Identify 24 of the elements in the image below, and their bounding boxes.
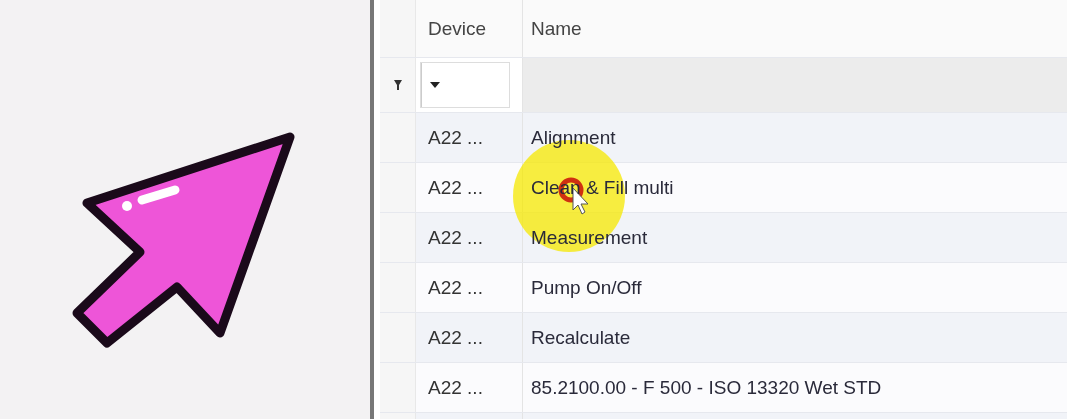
table-row[interactable]: A22 ... Recalculate [380,313,1067,363]
table-cell: A22 ... [428,126,483,149]
table-cell: A22 ... [428,176,483,199]
column-header[interactable]: Device [428,17,487,40]
row-indicator [380,163,416,212]
filter-icon[interactable] [393,80,402,90]
table-cell: Pump On/Off [531,276,642,299]
row-indicator [380,263,416,312]
table-cell: A22 ... [428,226,483,249]
table-cell: 85.2100.00 - F 500 - ISO 13320 Wet STD [531,376,882,399]
table-cell: Recalculate [531,326,631,349]
table-row[interactable]: A22 ... Pump On/Off [380,263,1067,313]
caret-icon [430,82,440,88]
table-row[interactable]: A22 ... 85.2100.00 - F 500 - ISO 13320 Wet STD [380,363,1067,413]
table-cell: A22 ... [428,376,483,399]
table-cell: Alignment [531,126,616,149]
table-row[interactable]: A22 ... Alignment [380,113,1067,163]
row-indicator [380,313,416,362]
table-cell: A22 ... [428,326,483,349]
filter-dropdown[interactable] [420,62,510,108]
column-header[interactable]: Name [531,17,582,40]
row-indicator [380,213,416,262]
table-cell: A22 ... [428,276,483,299]
filter-field[interactable] [523,58,1067,112]
